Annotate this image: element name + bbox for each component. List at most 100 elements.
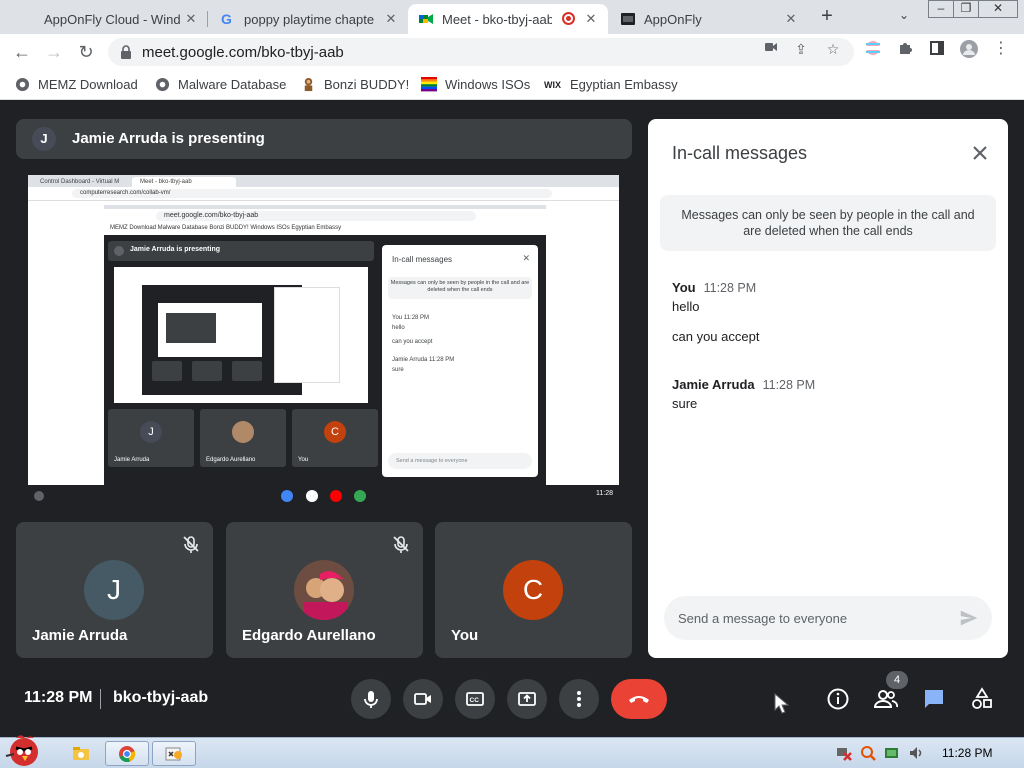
participant-avatar: C <box>503 560 563 620</box>
svg-text:CC: CC <box>470 697 480 704</box>
presenting-banner: J Jamie Arruda is presenting <box>16 119 632 159</box>
camera-icon[interactable] <box>762 40 780 58</box>
side-panel-icon[interactable] <box>928 40 946 58</box>
bookmark-windows-isos[interactable]: Windows ISOs <box>421 76 530 92</box>
captions-button[interactable]: CC <box>455 679 495 719</box>
start-button[interactable] <box>2 732 50 768</box>
reload-icon[interactable]: ↻ <box>74 40 98 64</box>
nested-share-tile <box>232 361 262 381</box>
nested-address-bar: meet.google.com/bko-tbyj-aab MEMZ Downlo… <box>104 209 546 235</box>
back-arrow-icon[interactable]: ← <box>10 40 34 64</box>
nested-tile-name: Edgardo Aurellano <box>206 457 256 463</box>
address-bar[interactable]: meet.google.com/bko-tbyj-aab <box>108 38 854 66</box>
participant-name: Jamie Arruda <box>32 627 128 644</box>
tray-search-icon[interactable] <box>860 745 876 761</box>
shared-address-bar: computerresearch.com/collab-vm/ <box>28 187 619 201</box>
chrome-icon <box>119 745 136 762</box>
taskbar-chrome[interactable] <box>105 741 149 766</box>
bookmark-egyptian-embassy[interactable]: WIX Egyptian Embassy <box>544 76 678 92</box>
close-window-button[interactable]: ✕ <box>978 0 1018 18</box>
tab-search-chevron-icon[interactable]: ⌄ <box>894 8 914 28</box>
account-avatar-icon[interactable] <box>960 40 978 58</box>
participant-tile-jamie[interactable]: J Jamie Arruda <box>16 522 213 658</box>
video-camera-icon <box>414 693 431 705</box>
chat-message-input[interactable] <box>678 608 948 628</box>
shared-page-margin <box>28 201 104 485</box>
meeting-code: bko-tbyj-aab <box>113 689 209 706</box>
people-button[interactable] <box>872 685 900 713</box>
tray-volume-icon[interactable] <box>908 745 924 761</box>
bookmark-bonzi-buddy[interactable]: Bonzi BUDDY! <box>300 76 409 92</box>
profile-flag-icon[interactable] <box>864 40 882 58</box>
tab-poppy-playtime[interactable]: G poppy playtime chapte ✕ <box>208 4 408 34</box>
close-icon[interactable]: ✕ <box>782 10 800 28</box>
presenting-label: Jamie Arruda is presenting <box>72 130 265 147</box>
browser-toolbar: ← → ↻ meet.google.com/bko-tbyj-aab ⇪ ☆ ⋮ <box>0 34 1024 70</box>
gmail-icon <box>306 490 318 502</box>
closed-captions-icon: CC <box>466 692 484 706</box>
screen-share-view[interactable]: Control Dashboard - Virtual M Meet - bko… <box>28 175 619 507</box>
send-icon[interactable] <box>958 607 980 629</box>
leave-call-button[interactable] <box>611 679 667 719</box>
rainbow-flag-icon <box>421 76 437 92</box>
close-icon[interactable]: ✕ <box>582 10 600 28</box>
tab-apponfly-cloud[interactable]: AppOnFly Cloud - Wind ✕ <box>0 4 208 34</box>
apponfly-icon <box>620 11 636 27</box>
nested-chat-note: Messages can only be seen by people in t… <box>388 277 532 299</box>
folder-icon[interactable] <box>72 744 90 762</box>
nested-share-panel <box>274 287 340 383</box>
activities-shapes-icon <box>972 687 992 709</box>
mouse-cursor-icon <box>774 693 790 714</box>
participant-name: Edgardo Aurellano <box>242 627 376 644</box>
bonzi-icon <box>300 76 316 92</box>
tab-apponfly[interactable]: AppOnFly ✕ <box>608 4 808 34</box>
forward-arrow-icon[interactable]: → <box>42 40 66 64</box>
close-icon[interactable]: ✕ <box>182 10 200 28</box>
extensions-puzzle-icon[interactable] <box>896 40 914 58</box>
cloud-app-icon <box>165 747 182 760</box>
nested-presenting-label: Jamie Arruda is presenting <box>130 246 220 253</box>
more-options-button[interactable] <box>559 679 599 719</box>
url-text: meet.google.com/bko-tbyj-aab <box>142 44 344 61</box>
shared-page-margin <box>543 201 619 485</box>
close-icon[interactable]: ✕ <box>382 10 400 28</box>
present-screen-button[interactable] <box>507 679 547 719</box>
lock-icon <box>121 45 131 59</box>
microphone-button[interactable] <box>351 679 391 719</box>
tab-title: AppOnFly Cloud - Wind <box>44 11 180 27</box>
people-icon <box>873 690 898 708</box>
minimize-button[interactable]: – <box>928 0 954 18</box>
maximize-button[interactable]: ❐ <box>953 0 979 18</box>
sender-name: Jamie Arruda <box>672 377 755 392</box>
shared-tab: Control Dashboard - Virtual M <box>32 177 128 187</box>
microphone-icon <box>364 691 378 708</box>
nested-presenting-banner: Jamie Arruda is presenting <box>108 241 374 261</box>
close-icon[interactable] <box>968 141 992 165</box>
nested-avatar: C <box>324 421 346 443</box>
more-vertical-icon[interactable]: ⋮ <box>992 40 1010 58</box>
shared-tab: Meet - bko-tbyj-aab <box>132 177 236 187</box>
new-tab-button[interactable]: + <box>816 6 838 28</box>
activities-button[interactable] <box>968 685 996 713</box>
bookmark-malware-database[interactable]: Malware Database <box>154 76 286 92</box>
meeting-details-button[interactable] <box>824 685 852 713</box>
bookmark-star-icon[interactable]: ☆ <box>824 40 842 58</box>
tray-network-error-icon[interactable] <box>836 745 852 761</box>
nested-bookmarks: MEMZ Download Malware Database Bonzi BUD… <box>110 225 342 231</box>
participant-tile-edgardo[interactable]: Edgardo Aurellano <box>226 522 423 658</box>
globe-icon <box>154 76 170 92</box>
taskbar-cloud-app[interactable] <box>152 741 196 766</box>
nested-chat-title: In-call messages <box>392 255 453 264</box>
share-icon[interactable]: ⇪ <box>792 40 810 58</box>
tray-battery-icon[interactable] <box>884 745 900 761</box>
camera-button[interactable] <box>403 679 443 719</box>
chat-button[interactable] <box>920 685 948 713</box>
svg-text:WIX: WIX <box>544 80 561 89</box>
bookmark-memz[interactable]: MEMZ Download <box>14 76 138 92</box>
tab-meet[interactable]: Meet - bko-tbyj-aab ✕ <box>408 4 608 34</box>
participant-tile-you[interactable]: C You <box>435 522 632 658</box>
more-vertical-icon <box>577 691 581 707</box>
nested-msg: Jamie Arruda 11:28 PM <box>392 357 455 363</box>
mic-off-icon <box>183 536 199 553</box>
youtube-icon <box>330 490 342 502</box>
